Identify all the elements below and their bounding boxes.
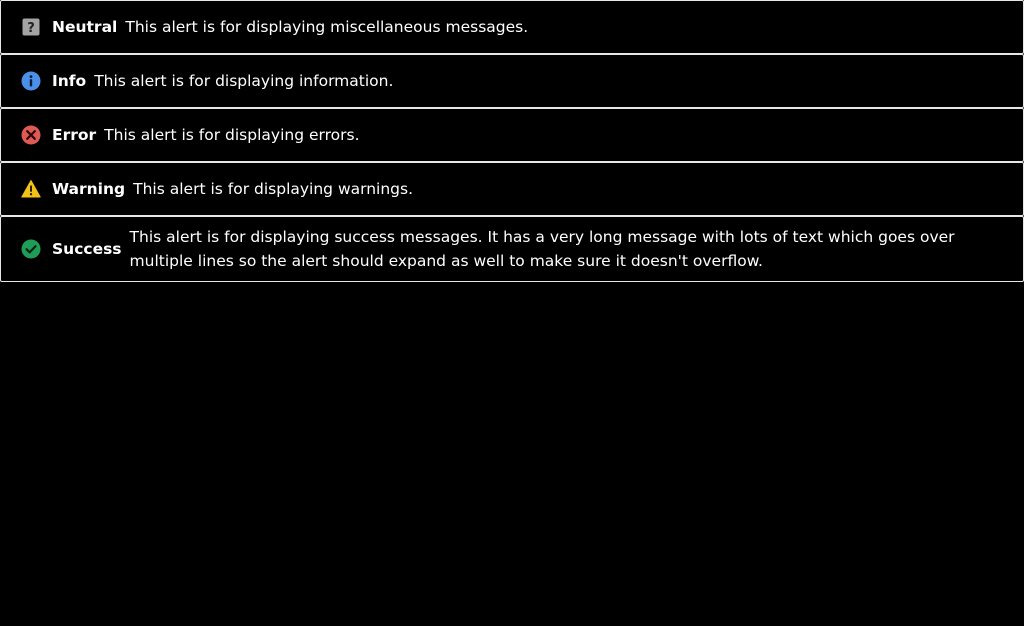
alert-neutral: ? Neutral This alert is for displaying m… [0,0,1024,54]
alert-message: This alert is for displaying errors. [104,126,360,144]
alert-warning: Warning This alert is for displaying war… [0,162,1024,216]
alert-info: Info This alert is for displaying inform… [0,54,1024,108]
alert-title: Info [52,72,87,90]
alert-success: Success This alert is for displaying suc… [0,216,1024,282]
alert-list: ? Neutral This alert is for displaying m… [0,0,1024,282]
alert-message: This alert is for displaying success mes… [129,228,955,270]
svg-text:?: ? [27,21,35,36]
info-icon [21,71,41,91]
alert-title: Error [52,126,97,144]
checkmark-circle-icon [21,239,41,259]
alert-message: This alert is for displaying miscellaneo… [125,18,529,36]
alert-error: Error This alert is for displaying error… [0,108,1024,162]
question-mark-icon: ? [21,17,41,37]
alert-message: This alert is for displaying information… [94,72,394,90]
alert-message: This alert is for displaying warnings. [133,180,414,198]
alert-title: Success [52,240,122,258]
alert-title: Warning [52,180,126,198]
warning-triangle-icon [21,179,41,199]
alert-title: Neutral [52,18,118,36]
error-x-icon [21,125,41,145]
